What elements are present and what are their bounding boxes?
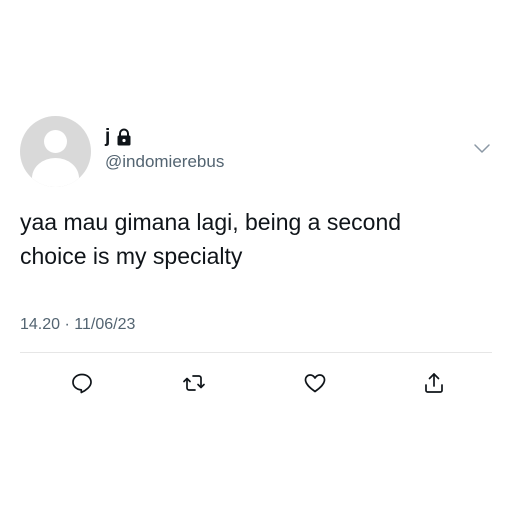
tweet-text: yaa mau gimana lagi, being a second choi… xyxy=(20,205,490,273)
like-icon xyxy=(304,374,326,393)
share-button[interactable] xyxy=(420,369,448,397)
reply-icon xyxy=(72,373,92,394)
tweet-text-line: yaa mau gimana lagi, being a second xyxy=(20,209,402,235)
lock-icon xyxy=(116,128,132,146)
reply-button[interactable] xyxy=(68,369,96,397)
meta-separator: · xyxy=(64,316,70,333)
retweet-button[interactable] xyxy=(180,369,208,397)
avatar-head-shape xyxy=(44,130,67,153)
divider xyxy=(20,352,492,353)
tweet-timestamp[interactable]: 14.20 · 11/06/23 xyxy=(20,315,135,335)
author-handle[interactable]: @indomierebus xyxy=(105,152,224,172)
tweet-card: j @indomierebus yaa mau gimana lagi, bei… xyxy=(0,0,512,512)
share-icon xyxy=(425,373,443,393)
avatar[interactable] xyxy=(20,116,91,187)
display-name[interactable]: j xyxy=(105,126,110,148)
retweet-icon xyxy=(183,375,205,391)
tweet-text-line: choice is my specialty xyxy=(20,243,243,269)
like-button[interactable] xyxy=(301,369,329,397)
avatar-body-shape xyxy=(32,158,79,187)
tweet-time: 14.20 xyxy=(20,316,61,333)
author-name-row: j xyxy=(105,126,132,148)
chevron-down-icon[interactable] xyxy=(473,142,491,154)
tweet-date: 11/06/23 xyxy=(74,316,136,333)
